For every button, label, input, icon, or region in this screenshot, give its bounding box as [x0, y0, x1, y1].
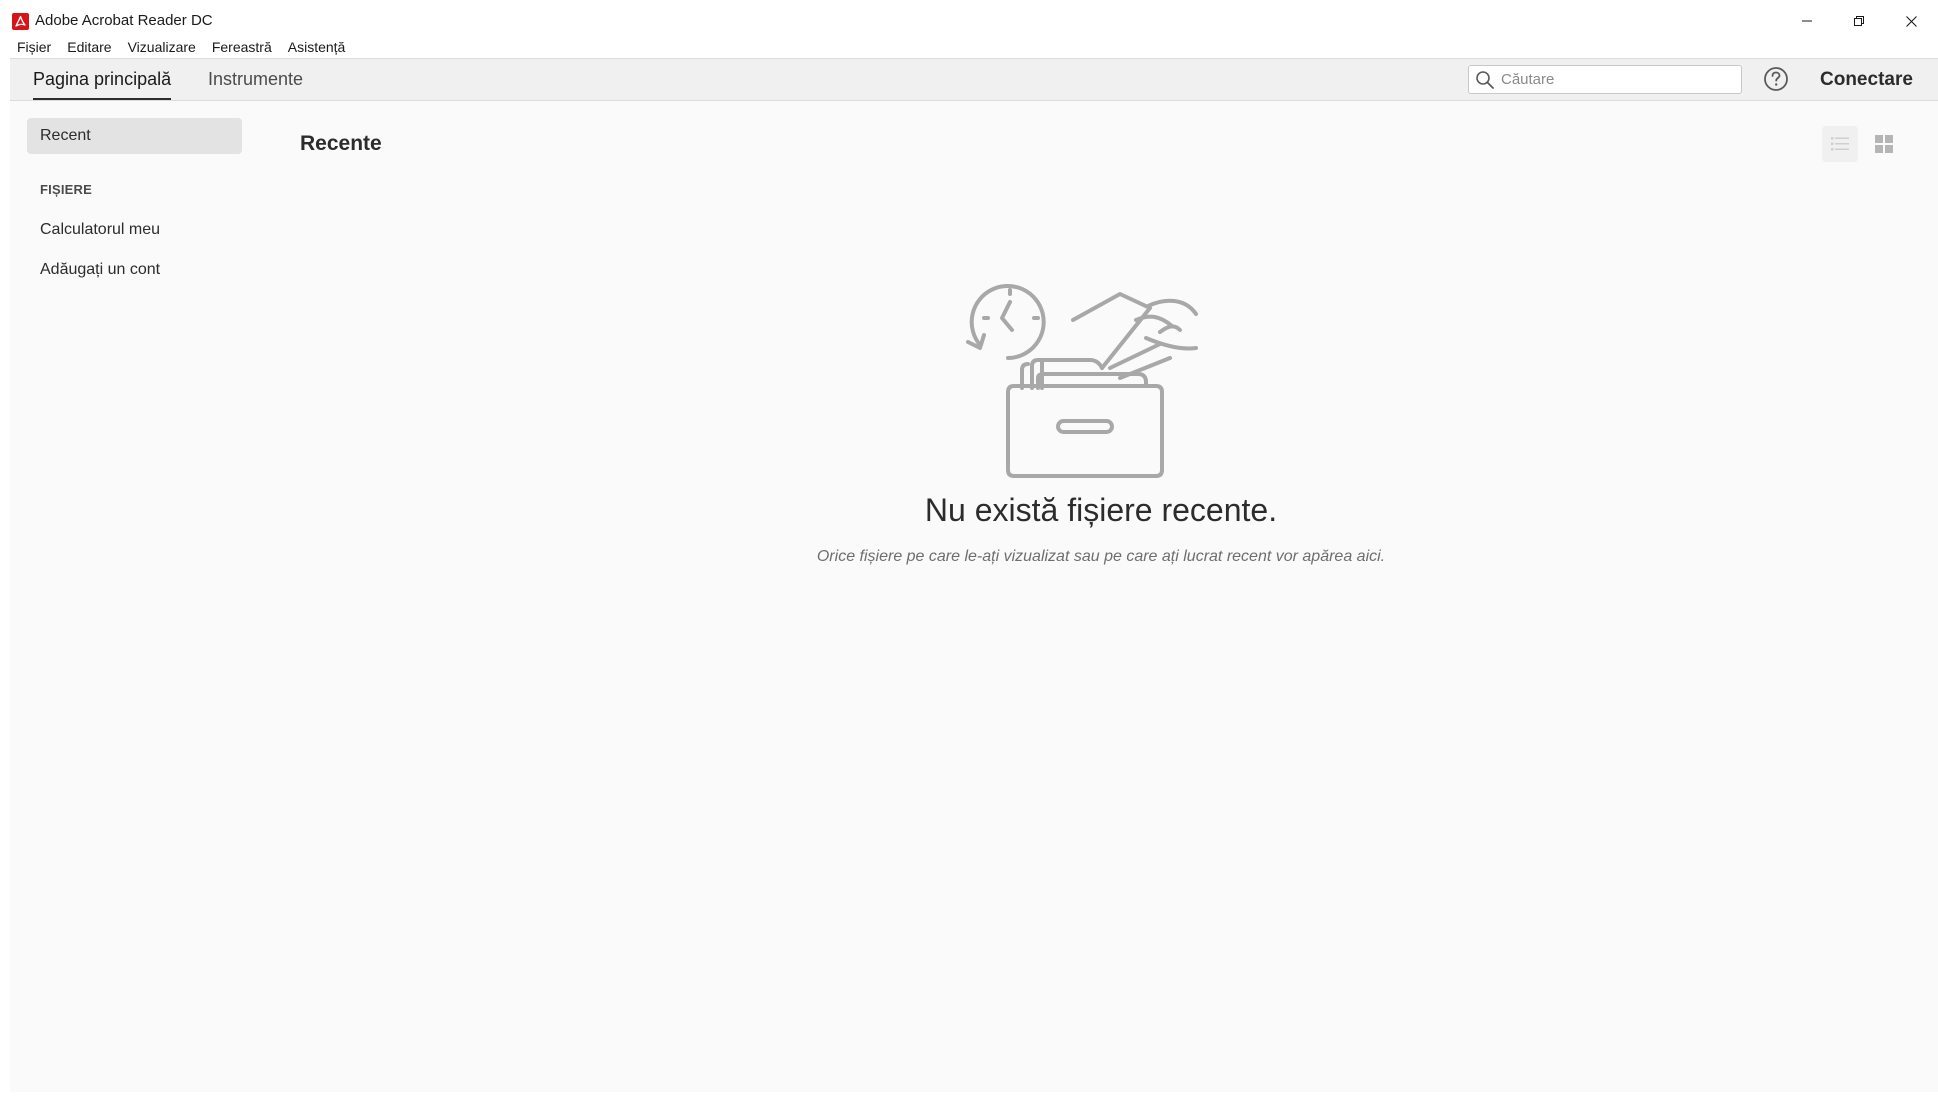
menu-help[interactable]: Asistență [280, 36, 354, 58]
grid-view-icon [1875, 135, 1893, 153]
menu-edit[interactable]: Editare [59, 36, 119, 58]
empty-files-illustration [966, 284, 1198, 478]
minimize-icon [1802, 20, 1812, 22]
minimize-button[interactable] [1784, 4, 1830, 38]
menu-bar: Fișier Editare Vizualizare Fereastră Asi… [10, 36, 1938, 58]
acrobat-logo-icon [12, 13, 29, 30]
sidebar: Recent FIȘIERE Calculatorul meu Adăugați… [10, 100, 250, 1092]
close-icon [1905, 15, 1917, 27]
restore-icon [1854, 16, 1864, 26]
nav-bar: Pagina principală Instrumente Conectare [10, 58, 1938, 101]
page-title: Recente [300, 132, 382, 155]
menu-window[interactable]: Fereastră [204, 36, 280, 58]
list-view-button[interactable] [1822, 126, 1858, 162]
search-input[interactable] [1501, 66, 1735, 93]
empty-state-subtitle: Orice fișiere pe care le-ați vizualizat … [816, 548, 1386, 565]
sidebar-item-recent[interactable]: Recent [27, 118, 242, 154]
sidebar-item-add-account[interactable]: Adăugați un cont [27, 252, 242, 288]
close-button[interactable] [1888, 4, 1934, 38]
search-icon [1476, 71, 1494, 89]
sidebar-section-files: FIȘIERE [40, 182, 92, 197]
list-view-icon [1831, 137, 1849, 151]
connect-button[interactable]: Conectare [1820, 59, 1913, 100]
help-icon[interactable] [1762, 65, 1790, 93]
sidebar-item-my-computer[interactable]: Calculatorul meu [27, 212, 242, 248]
acrobat-window: Adobe Acrobat Reader DC Fișier Editare V… [10, 0, 1938, 1092]
tab-tools[interactable]: Instrumente [208, 59, 303, 100]
window-title: Adobe Acrobat Reader DC [35, 12, 213, 29]
menu-view[interactable]: Vizualizare [120, 36, 204, 58]
menu-file[interactable]: Fișier [10, 36, 59, 58]
title-bar: Adobe Acrobat Reader DC [10, 0, 1938, 40]
empty-state-title: Nu există fișiere recente. [924, 492, 1278, 528]
tab-home[interactable]: Pagina principală [33, 59, 172, 100]
restore-button[interactable] [1836, 4, 1882, 38]
grid-view-button[interactable] [1866, 126, 1902, 162]
search-box[interactable] [1468, 65, 1742, 94]
